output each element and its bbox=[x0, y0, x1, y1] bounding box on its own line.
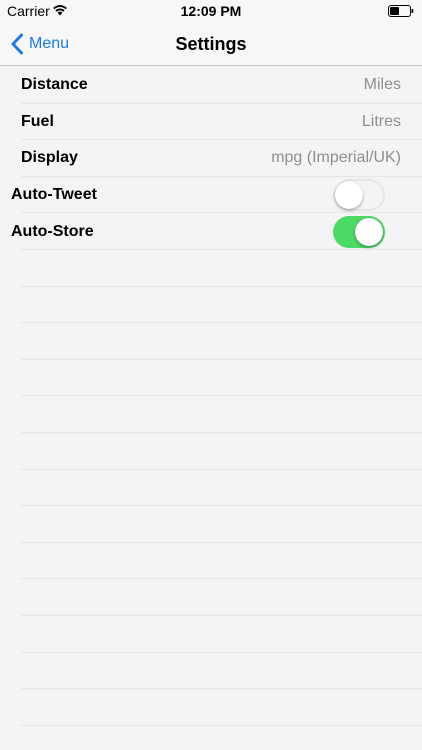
display-row[interactable]: Display mpg (Imperial/UK) bbox=[0, 140, 422, 177]
distance-row[interactable]: Distance Miles bbox=[0, 67, 422, 104]
page-title: Settings bbox=[175, 34, 247, 54]
battery-icon bbox=[388, 5, 414, 17]
auto-tweet-row: Auto-Tweet bbox=[0, 177, 422, 214]
auto-tweet-label: Auto-Tweet bbox=[11, 186, 97, 204]
empty-row-separator bbox=[0, 433, 422, 470]
auto-store-row: Auto-Store bbox=[0, 213, 422, 250]
distance-value: Miles bbox=[363, 76, 401, 94]
auto-store-switch[interactable] bbox=[333, 215, 385, 248]
empty-row-separator bbox=[0, 616, 422, 653]
auto-tweet-switch[interactable] bbox=[333, 179, 385, 212]
empty-row-separator bbox=[0, 653, 422, 690]
auto-store-label: Auto-Store bbox=[11, 222, 94, 240]
empty-row-separator bbox=[0, 506, 422, 543]
switch-knob bbox=[335, 181, 363, 210]
distance-label: Distance bbox=[21, 76, 88, 94]
display-label: Display bbox=[21, 149, 78, 167]
empty-row-separator bbox=[0, 543, 422, 580]
empty-row-separator bbox=[0, 579, 422, 616]
display-value: mpg (Imperial/UK) bbox=[271, 149, 401, 167]
empty-row-separator bbox=[0, 250, 422, 287]
empty-row-separator bbox=[0, 689, 422, 726]
settings-list: Distance Miles Fuel Litres Display mpg (… bbox=[0, 67, 422, 750]
fuel-row[interactable]: Fuel Litres bbox=[0, 104, 422, 141]
fuel-label: Fuel bbox=[21, 112, 54, 130]
status-bar: Carrier 12:09 PM bbox=[0, 0, 422, 22]
fuel-value: Litres bbox=[361, 112, 401, 130]
empty-row-separator bbox=[0, 360, 422, 397]
status-time: 12:09 PM bbox=[180, 3, 242, 19]
navigation-bar: Menu Settings bbox=[0, 22, 422, 66]
empty-row-separator bbox=[0, 470, 422, 507]
switch-knob bbox=[355, 217, 383, 246]
empty-row-separator bbox=[0, 287, 422, 324]
empty-row-separator bbox=[0, 323, 422, 360]
empty-row-separator bbox=[0, 396, 422, 433]
